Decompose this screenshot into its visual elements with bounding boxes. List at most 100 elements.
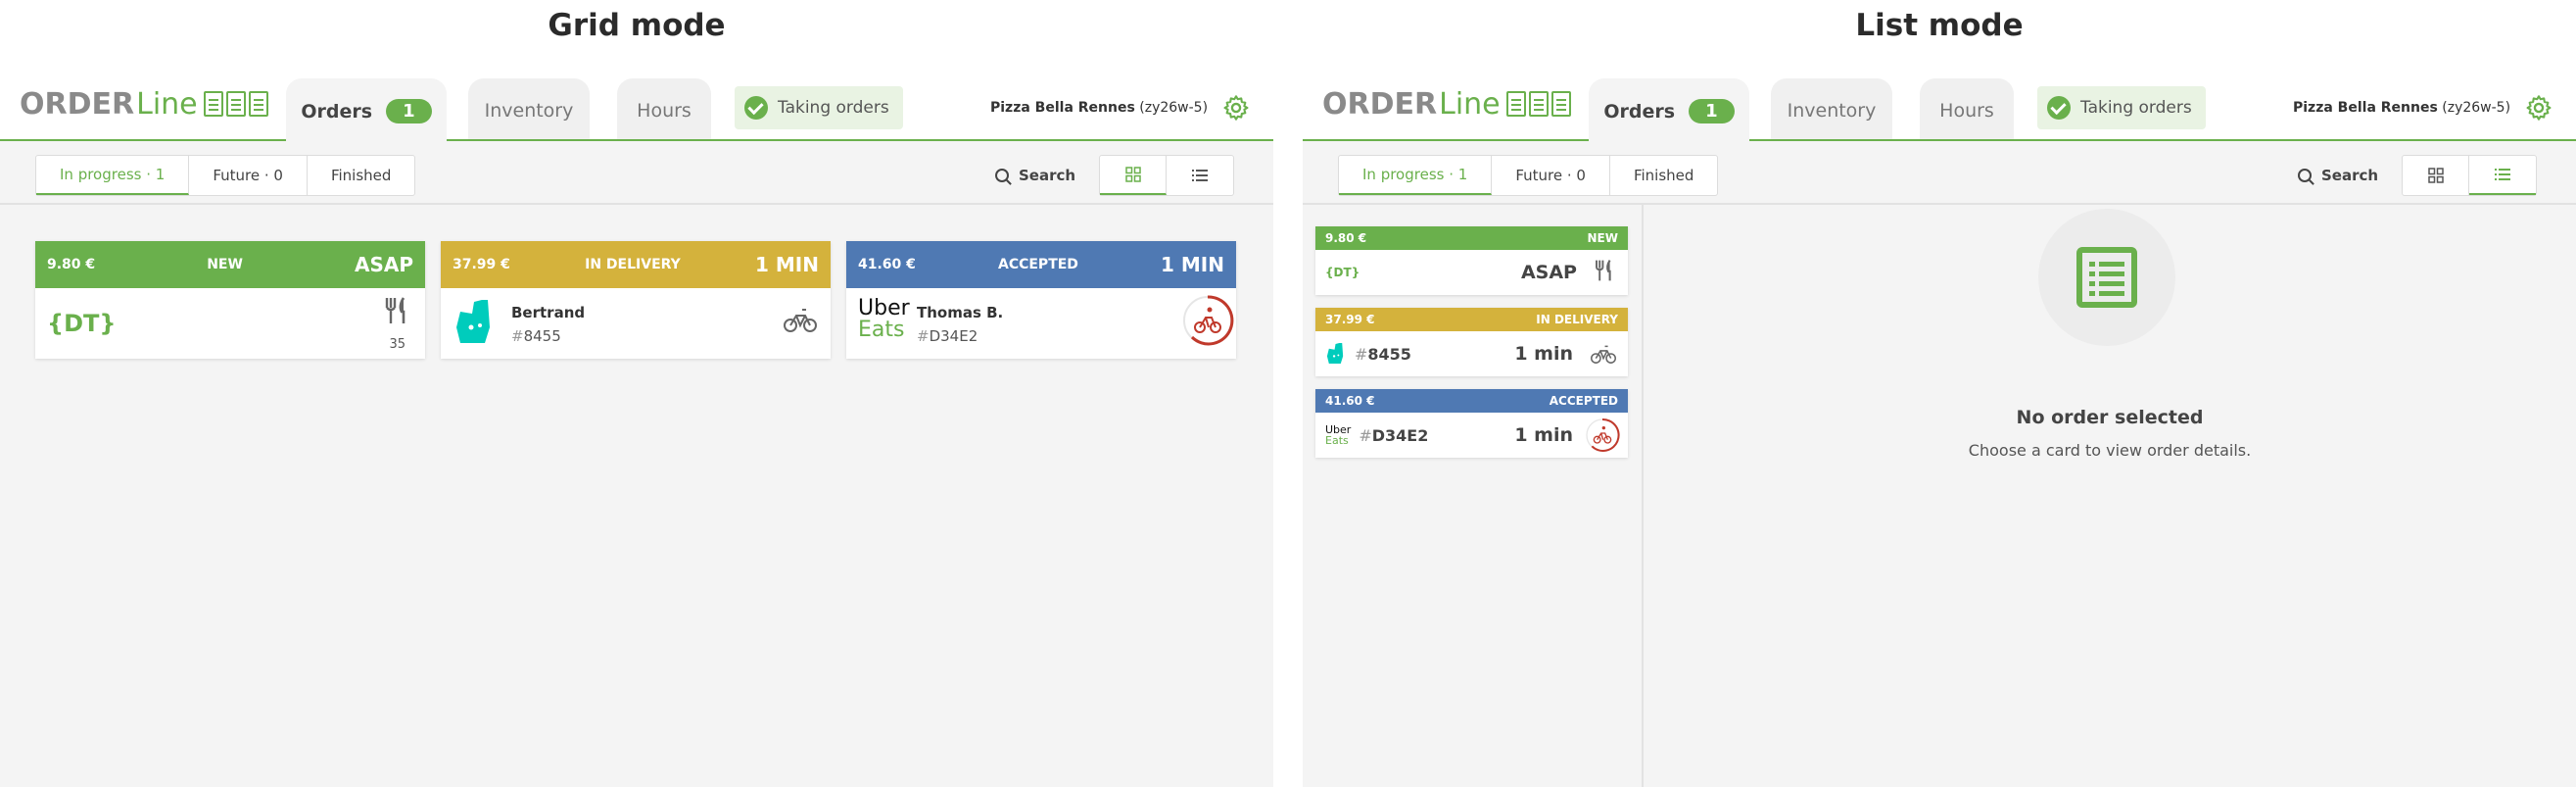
customer-name: Thomas B.: [917, 304, 1004, 321]
filter-future[interactable]: Future · 0: [189, 156, 308, 195]
filter-future[interactable]: Future · 0: [1492, 156, 1610, 195]
order-status: IN DELIVERY: [1536, 313, 1618, 326]
grid-view-button[interactable]: [2403, 156, 2469, 195]
taking-orders-status[interactable]: Taking orders: [735, 86, 903, 129]
courier-timer-icon: [1183, 295, 1234, 346]
order-card-header: 41.60 € ACCEPTED: [1315, 389, 1628, 413]
view-mode-toggle: [1099, 155, 1234, 196]
order-eta: ASAP: [1520, 262, 1577, 283]
deliveroo-logo-icon: [1326, 343, 1344, 365]
grid-icon: [1124, 167, 1141, 182]
order-number: #8455: [511, 327, 561, 345]
cutlery-icon: [385, 297, 405, 323]
grid-icon: [2427, 168, 2444, 183]
order-price: 9.80 €: [1325, 231, 1367, 245]
taking-orders-status[interactable]: Taking orders: [2037, 86, 2206, 129]
order-price: 41.60 €: [858, 257, 916, 272]
gear-icon[interactable]: [2525, 94, 2552, 122]
order-card[interactable]: 41.60 € ACCEPTED 1 MIN Uber Eats Thomas …: [846, 241, 1236, 359]
order-eta: 1 min: [1514, 424, 1573, 446]
order-status: NEW: [1587, 231, 1618, 245]
order-price: 37.99 €: [453, 257, 510, 272]
order-eta: 1 MIN: [1161, 253, 1224, 276]
tab-hours[interactable]: Hours: [1920, 78, 2014, 142]
order-filter-tabs: In progress · 1 Future · 0 Finished: [1338, 155, 1719, 196]
document-list-icon: [2038, 209, 2175, 346]
list-view-button[interactable]: [1167, 156, 1233, 195]
orderline-logo: ORDER Line: [20, 86, 268, 122]
order-price: 37.99 €: [1325, 313, 1375, 326]
list-item[interactable]: 41.60 € ACCEPTED Uber Eats #D34E2 1 min: [1315, 389, 1628, 458]
search-icon: [2298, 169, 2312, 182]
customer-name: Bertrand: [511, 304, 586, 321]
app-header: ORDER Line Orders 1 Inventory Hours Taking…: [0, 71, 1273, 144]
empty-state-title: No order selected: [2016, 407, 2204, 428]
bicycle-icon: [784, 309, 817, 332]
list-icon: [2495, 169, 2510, 180]
filter-in-progress[interactable]: In progress · 1: [36, 156, 190, 195]
uber-eats-logo: Uber Eats: [858, 296, 910, 342]
list-icon: [1192, 170, 1208, 181]
tab-hours[interactable]: Hours: [617, 78, 711, 142]
check-icon: [2047, 96, 2071, 120]
order-code: {DT}: [47, 310, 117, 337]
filter-in-progress[interactable]: In progress · 1: [1339, 156, 1493, 195]
order-status: ACCEPTED: [997, 257, 1078, 272]
order-card-header: 9.80 € NEW ASAP: [35, 241, 425, 288]
filter-finished[interactable]: Finished: [1610, 156, 1717, 195]
bicycle-icon: [1591, 345, 1616, 364]
order-number: #D34E2: [1359, 425, 1429, 445]
cutlery-icon: [1596, 260, 1611, 281]
order-card[interactable]: 37.99 € IN DELIVERY 1 MIN Bertrand #8455: [441, 241, 831, 359]
order-status: IN DELIVERY: [585, 257, 681, 272]
search-icon: [995, 169, 1009, 182]
restaurant-label: Pizza Bella Rennes (zy26w-5): [2293, 100, 2511, 116]
app-header: ORDER Line Orders 1 Inventory Hours Taking…: [1303, 71, 2576, 144]
gear-icon[interactable]: [1222, 94, 1250, 122]
order-toolbar: In progress · 1 Future · 0 Finished Sear…: [1303, 141, 2576, 205]
order-card-header: 37.99 € IN DELIVERY 1 MIN: [441, 241, 831, 288]
order-code: {DT}: [1325, 266, 1360, 279]
orderline-logo: ORDER Line: [1322, 86, 1571, 122]
order-card-header: 37.99 € IN DELIVERY: [1315, 308, 1628, 331]
order-status: NEW: [207, 257, 243, 272]
tab-orders[interactable]: Orders 1: [1589, 78, 1749, 144]
tab-inventory[interactable]: Inventory: [468, 78, 590, 142]
order-detail-empty-state: No order selected Choose a card to view …: [1644, 205, 2576, 787]
restaurant-label: Pizza Bella Rennes (zy26w-5): [990, 100, 1209, 116]
order-number: #8455: [1355, 344, 1411, 364]
list-mode-title: List mode: [1855, 8, 2024, 43]
grid-mode-title: Grid mode: [548, 8, 726, 43]
list-item[interactable]: 37.99 € IN DELIVERY #8455 1 min: [1315, 308, 1628, 376]
order-price: 41.60 €: [1325, 394, 1375, 408]
order-eta: 1 min: [1514, 343, 1573, 365]
search-button[interactable]: Search: [995, 155, 1075, 196]
order-eta: ASAP: [354, 253, 413, 276]
orders-count-badge: 1: [386, 99, 432, 123]
order-status: ACCEPTED: [1549, 394, 1618, 408]
list-view-button[interactable]: [2469, 156, 2536, 195]
courier-timer-icon: [1586, 418, 1620, 452]
deliveroo-logo-icon: [456, 300, 490, 343]
grid-mode-panel: ORDER Line Orders 1 Inventory Hours Taking…: [0, 71, 1273, 787]
list-item[interactable]: 9.80 € NEW {DT} ASAP: [1315, 226, 1628, 295]
order-price: 9.80 €: [47, 257, 96, 272]
check-icon: [744, 96, 768, 120]
tab-orders[interactable]: Orders 1: [286, 78, 447, 144]
order-card-header: 41.60 € ACCEPTED 1 MIN: [846, 241, 1236, 288]
grid-view-button[interactable]: [1100, 156, 1167, 195]
order-filter-tabs: In progress · 1 Future · 0 Finished: [35, 155, 416, 196]
order-eta: 1 MIN: [755, 253, 819, 276]
cover-count: 35: [389, 337, 405, 352]
tab-inventory[interactable]: Inventory: [1771, 78, 1892, 142]
list-mode-panel: ORDER Line Orders 1 Inventory Hours Taking…: [1303, 71, 2576, 787]
order-card-header: 9.80 € NEW: [1315, 226, 1628, 250]
orders-count-badge: 1: [1689, 99, 1735, 123]
order-card[interactable]: 9.80 € NEW ASAP {DT} 35: [35, 241, 425, 359]
uber-eats-logo: Uber Eats: [1325, 423, 1352, 447]
view-mode-toggle: [2402, 155, 2537, 196]
order-toolbar: In progress · 1 Future · 0 Finished Sear…: [0, 141, 1273, 205]
empty-state-subtitle: Choose a card to view order details.: [1968, 441, 2252, 460]
filter-finished[interactable]: Finished: [308, 156, 414, 195]
search-button[interactable]: Search: [2298, 155, 2378, 196]
